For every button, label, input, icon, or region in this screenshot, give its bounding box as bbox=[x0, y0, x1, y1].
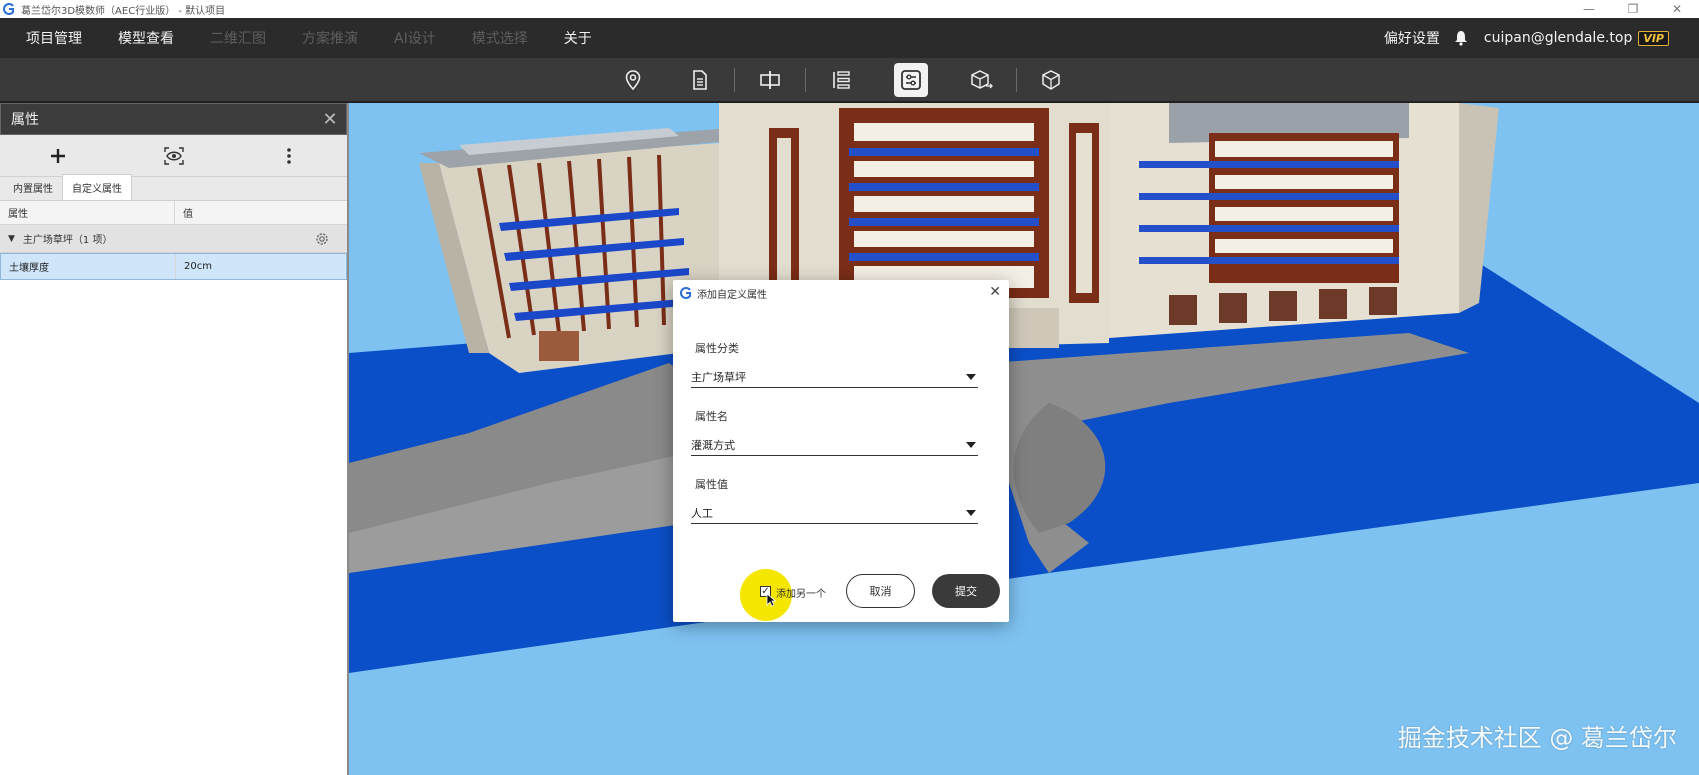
toolbar-divider bbox=[1016, 68, 1017, 92]
field-value: 属性值 人工 bbox=[691, 476, 978, 524]
window-titlebar: 葛兰岱尔3D模数师（AEC行业版） - 默认项目 — ❐ ✕ bbox=[0, 0, 1699, 18]
property-value-select[interactable]: 人工 bbox=[691, 503, 978, 524]
window-close-button[interactable]: ✕ bbox=[1655, 0, 1699, 18]
toolbar-divider bbox=[734, 68, 735, 92]
dialog-footer: ✓ 添加另一个 取消 提交 bbox=[673, 569, 1009, 621]
split-view-icon[interactable] bbox=[754, 64, 786, 96]
dialog-title: 添加自定义属性 bbox=[697, 289, 767, 301]
bell-icon[interactable] bbox=[1454, 29, 1472, 47]
watermark-text: 掘金技术社区 @ 葛兰岱尔 bbox=[1397, 724, 1677, 752]
location-pin-icon[interactable] bbox=[617, 64, 649, 96]
mouse-cursor-icon bbox=[766, 592, 777, 611]
plus-icon bbox=[50, 148, 65, 163]
column-header-value: 值 bbox=[183, 209, 193, 220]
vip-badge: VIP bbox=[1638, 30, 1669, 46]
column-header-name: 属性 bbox=[0, 201, 175, 224]
field-label: 属性值 bbox=[695, 478, 728, 491]
building-model-scene[interactable] bbox=[349, 103, 1699, 775]
preferences-link[interactable]: 偏好设置 bbox=[1384, 28, 1440, 48]
toolbar-divider bbox=[805, 68, 806, 92]
grid-header: 属性 值 bbox=[0, 201, 347, 225]
dialog-header: 添加自定义属性 ✕ bbox=[673, 280, 1009, 306]
add-property-button[interactable] bbox=[0, 135, 116, 177]
property-value-value: 人工 bbox=[691, 507, 713, 520]
field-category: 属性分类 主广场草坪 bbox=[691, 340, 978, 388]
table-row[interactable]: 土壤厚度 20cm bbox=[0, 253, 347, 280]
tab-custom-properties[interactable]: 自定义属性 bbox=[62, 174, 132, 200]
show-property-button[interactable] bbox=[116, 135, 232, 177]
more-vertical-icon bbox=[287, 147, 291, 164]
window-title: 葛兰岱尔3D模数师（AEC行业版） - 默认项目 bbox=[21, 5, 226, 17]
group-label: 主广场草坪（1 项） bbox=[22, 235, 113, 246]
menu-2d-drawing: 二维汇图 bbox=[210, 31, 266, 47]
export-model-icon[interactable] bbox=[966, 64, 998, 96]
add-custom-property-dialog: 添加自定义属性 ✕ 属性分类 主广场草坪 属性名 灌溉方式 属性值 人工 ✓ 添… bbox=[673, 280, 1009, 622]
field-name: 属性名 灌溉方式 bbox=[691, 408, 978, 456]
app-logo-icon bbox=[3, 2, 17, 16]
tree-list-icon[interactable] bbox=[825, 64, 857, 96]
menu-about[interactable]: 关于 bbox=[564, 28, 592, 48]
property-group-row[interactable]: ▼ 主广场草坪（1 项） bbox=[0, 225, 347, 253]
user-email[interactable]: cuipan@glendale.top bbox=[1484, 30, 1632, 46]
tool-bar bbox=[0, 58, 1699, 102]
menu-project-management[interactable]: 项目管理 bbox=[26, 28, 82, 48]
gear-icon[interactable] bbox=[315, 232, 329, 246]
cancel-button[interactable]: 取消 bbox=[846, 574, 915, 608]
model-viewport[interactable] bbox=[349, 103, 1699, 775]
menu-ai-design: AI设计 bbox=[394, 31, 436, 47]
panel-actions bbox=[0, 135, 347, 177]
property-value-cell[interactable]: 20cm bbox=[176, 254, 212, 279]
app-logo-icon bbox=[680, 284, 692, 303]
menu-mode-select: 模式选择 bbox=[471, 31, 528, 47]
dropdown-arrow-icon[interactable] bbox=[966, 510, 976, 516]
more-options-button[interactable] bbox=[231, 135, 347, 177]
document-icon[interactable] bbox=[684, 64, 716, 96]
menu-scheme: 方案推演 bbox=[302, 31, 358, 47]
property-name-value: 灌溉方式 bbox=[691, 439, 735, 452]
property-name-select[interactable]: 灌溉方式 bbox=[691, 435, 978, 456]
field-label: 属性分类 bbox=[695, 342, 739, 355]
properties-icon[interactable] bbox=[894, 63, 928, 97]
panel-header: 属性 ✕ bbox=[0, 103, 347, 135]
cube-icon[interactable] bbox=[1035, 64, 1067, 96]
dropdown-arrow-icon[interactable] bbox=[966, 442, 976, 448]
add-another-label[interactable]: 添加另一个 bbox=[776, 585, 826, 600]
panel-close-button[interactable]: ✕ bbox=[320, 109, 340, 130]
dropdown-arrow-icon[interactable] bbox=[966, 374, 976, 380]
properties-panel: 属性 ✕ 内置属性 自定义属性 属性 值 ▼ 主广场草坪（1 项） 土壤厚度 2… bbox=[0, 103, 349, 775]
minimize-button[interactable]: — bbox=[1567, 0, 1611, 18]
collapse-triangle-icon[interactable]: ▼ bbox=[8, 234, 15, 244]
panel-title: 属性 bbox=[11, 112, 39, 128]
menu-model-view[interactable]: 模型查看 bbox=[118, 28, 174, 48]
property-tabs: 内置属性 自定义属性 bbox=[0, 174, 347, 201]
eye-scan-icon bbox=[163, 146, 184, 165]
restore-button[interactable]: ❐ bbox=[1611, 0, 1655, 18]
tab-builtin-properties[interactable]: 内置属性 bbox=[4, 175, 62, 200]
category-select[interactable]: 主广场草坪 bbox=[691, 367, 978, 388]
field-label: 属性名 bbox=[695, 410, 728, 423]
category-value: 主广场草坪 bbox=[691, 371, 746, 384]
dialog-close-button[interactable]: ✕ bbox=[989, 284, 1001, 300]
menu-bar: 项目管理 模型查看 二维汇图 方案推演 AI设计 模式选择 关于 偏好设置 cu… bbox=[0, 18, 1699, 58]
submit-button[interactable]: 提交 bbox=[932, 574, 1000, 608]
property-name-cell: 土壤厚度 bbox=[1, 254, 176, 279]
